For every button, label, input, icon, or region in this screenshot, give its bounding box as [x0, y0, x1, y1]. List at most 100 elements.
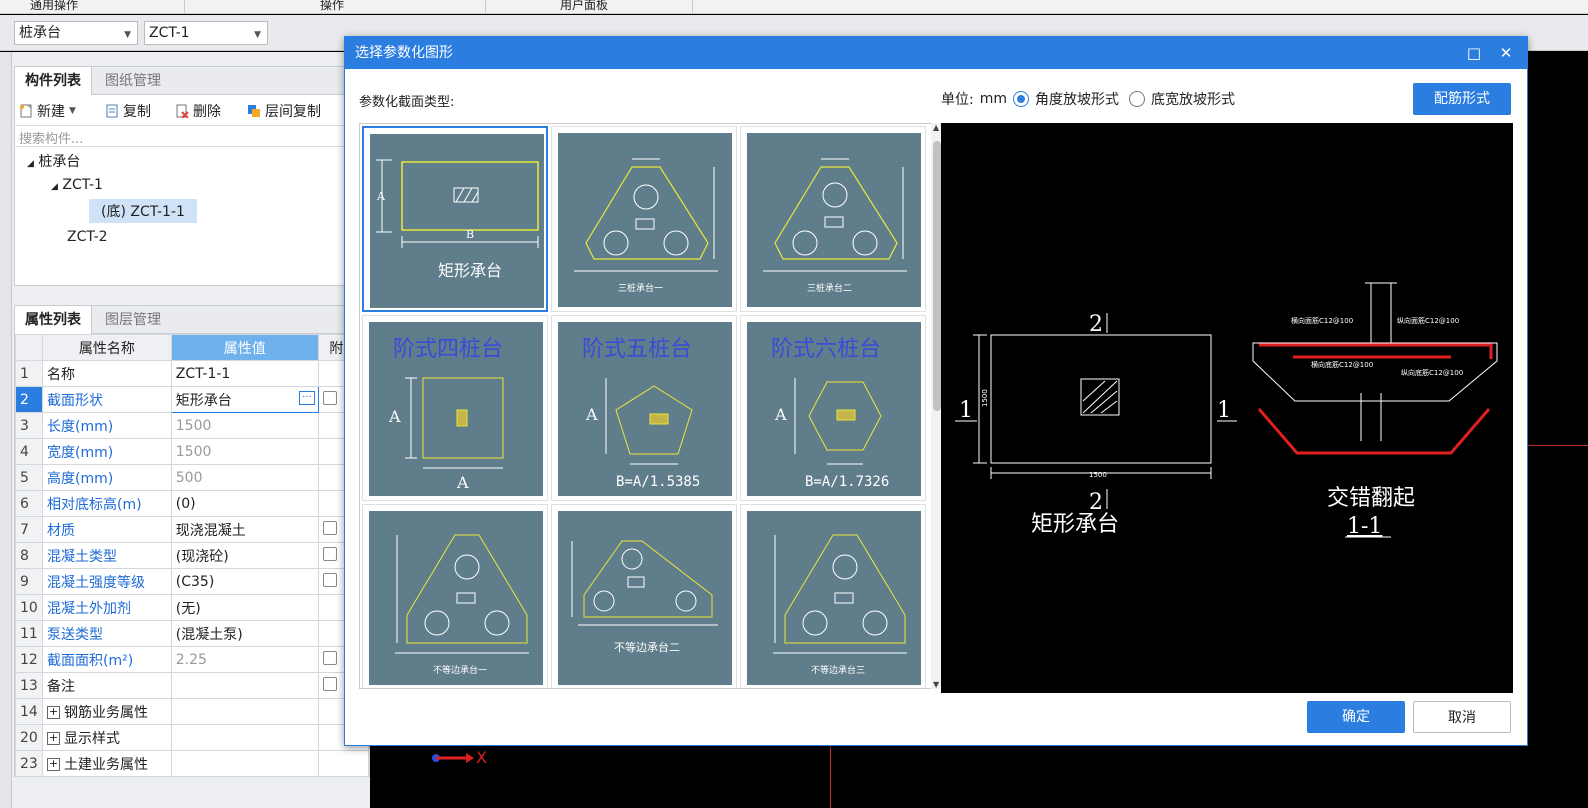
plan-section-mark-right: 1 [1217, 398, 1231, 423]
table-row-group[interactable]: 23 + 土建业务属性 [15, 750, 370, 777]
table-row[interactable]: 6 相对底标高(m) (0) [15, 490, 370, 517]
ribbon-group-general[interactable]: 通用操作 [30, 0, 78, 13]
extra-checkbox[interactable] [322, 520, 337, 535]
step-four-diagram: 阶式四桩台 A A [388, 337, 504, 492]
expand-icon[interactable]: + [46, 758, 60, 771]
prop-value[interactable]: (现浇砼) [170, 542, 319, 569]
floor-copy-button[interactable]: 层间复制 [247, 101, 321, 121]
shape-cell-unequal-3[interactable]: 不等边承台三 [740, 504, 926, 688]
close-icon[interactable]: ✕ [1491, 37, 1521, 69]
name-select[interactable]: ZCT-1 ▼ [144, 21, 268, 45]
ribbon-group-user-panel[interactable]: 用户面板 [560, 0, 608, 13]
extra-checkbox[interactable] [322, 676, 337, 691]
table-row[interactable]: 13 备注 [15, 672, 370, 699]
prop-value[interactable]: (C35) [170, 568, 319, 595]
shape-cell-three-pile-1[interactable]: 三桩承台一 [551, 126, 737, 312]
chevron-down-icon: ▼ [69, 106, 76, 116]
plan-dim-height: 1500 [981, 389, 989, 407]
expand-icon[interactable]: + [46, 706, 60, 719]
tab-component-list[interactable]: 构件列表 [15, 67, 92, 95]
ok-button[interactable]: 确定 [1307, 701, 1405, 733]
table-row[interactable]: 8 混凝土类型 (现浇砼) [15, 542, 370, 569]
table-row-group[interactable]: 20 + 显示样式 [15, 724, 370, 751]
table-row[interactable]: 4 宽度(mm) 1500 [15, 438, 370, 465]
prop-value[interactable]: (无) [170, 594, 319, 621]
shape-cell-step-six[interactable]: 阶式六桩台 A B=A/1.7326 [740, 315, 926, 501]
extra-checkbox[interactable] [322, 572, 337, 587]
extra-checkbox[interactable] [322, 546, 337, 561]
radio-angle-slope-label[interactable]: 角度放坡形式 [1035, 89, 1119, 109]
tree-node-zct1-1[interactable]: (底) ZCT-1-1 [89, 199, 197, 223]
prop-value[interactable]: 2.25 [170, 646, 319, 673]
table-row[interactable]: 3 长度(mm) 1500 [15, 412, 370, 439]
table-row-group[interactable]: 14 + 钢筋业务属性 [15, 698, 370, 725]
shape-cell-step-five[interactable]: 阶式五桩台 A B=A/1.5385 [551, 315, 737, 501]
shape-formula: B=A/1.5385 [616, 474, 700, 490]
table-row[interactable]: 9 混凝土强度等级 (C35) [15, 568, 370, 595]
prop-value[interactable]: 500 [170, 464, 319, 491]
table-row[interactable]: 10 混凝土外加剂 (无) [15, 594, 370, 621]
component-commands: 新建 ▼ 复制 删除 层间复制 [15, 95, 369, 125]
table-row[interactable]: 11 泵送类型 (混凝土泵) [15, 620, 370, 647]
shape-cell-step-four[interactable]: 阶式四桩台 A A [362, 315, 548, 501]
dim-letter-a: A [456, 473, 469, 492]
shape-cell-unequal-2[interactable]: 不等边承台二 [551, 504, 737, 688]
table-row[interactable]: 7 材质 现浇混凝土 [15, 516, 370, 543]
prop-value[interactable]: (0) [170, 490, 319, 517]
tab-property-list[interactable]: 属性列表 [15, 306, 92, 334]
delete-button[interactable]: 删除 [175, 101, 221, 121]
canvas-axis-line [1528, 445, 1588, 446]
row-index: 10 [15, 594, 43, 621]
ellipsis-button[interactable]: ··· [299, 391, 315, 405]
prop-value[interactable] [170, 672, 319, 699]
delete-icon [175, 104, 189, 119]
prop-value[interactable]: 1500 [170, 412, 319, 439]
type-select[interactable]: 桩承台 ▼ [14, 21, 138, 45]
table-row[interactable]: 1 名称 ZCT-1-1 [15, 360, 370, 387]
tree-node-root[interactable]: ◢ 桩承台 [27, 151, 80, 171]
tree-node-zct1[interactable]: ◢ ZCT-1 [51, 177, 103, 193]
cancel-button[interactable]: 取消 [1413, 701, 1511, 733]
extra-checkbox[interactable] [322, 390, 337, 405]
ribbon-group-operation[interactable]: 操作 [320, 0, 344, 13]
component-search-input[interactable]: 搜索构件... [15, 125, 369, 147]
copy-button[interactable]: 复制 [105, 101, 151, 121]
dim-letter-a: A [376, 190, 386, 203]
row-index: 5 [15, 464, 43, 491]
shape-thumb: 不等边承台二 [558, 511, 732, 685]
table-row[interactable]: 12 截面面积(m²) 2.25 [15, 646, 370, 673]
property-header-row: 属性名称 属性值 附加 [15, 334, 370, 361]
extra-checkbox[interactable] [322, 650, 337, 665]
section-label: 参数化截面类型: [359, 95, 455, 110]
tab-drawing-manage[interactable]: 图纸管理 [95, 67, 171, 95]
maximize-icon[interactable]: □ [1459, 37, 1489, 69]
radio-bottom-width-slope-label[interactable]: 底宽放坡形式 [1151, 89, 1235, 109]
expand-icon[interactable]: + [46, 732, 60, 745]
prop-value[interactable]: ZCT-1-1 [170, 360, 319, 387]
shape-cell-rect[interactable]: A B 矩形承台 [362, 126, 548, 312]
prop-name: 长度(mm) [41, 412, 172, 439]
shape-cell-three-pile-2[interactable]: 三桩承台二 [740, 126, 926, 312]
rebar-note-2: 纵向面筋C12@100 [1397, 316, 1459, 325]
table-row[interactable]: 2 截面形状 矩形承台 ··· [15, 386, 370, 413]
unequal-3-diagram: 不等边承台三 [773, 534, 907, 676]
prop-value[interactable]: 现浇混凝土 [170, 516, 319, 543]
row-index: 4 [15, 438, 43, 465]
prop-value[interactable]: 1500 [170, 438, 319, 465]
prop-value[interactable]: (混凝土泵) [170, 620, 319, 647]
rebar-form-button[interactable]: 配筋形式 [1413, 83, 1511, 115]
scroll-up-icon[interactable]: ▲ [933, 123, 939, 132]
shape-cell-unequal-1[interactable]: 不等边承台一 [362, 504, 548, 688]
unit-row: 单位: mm 角度放坡形式 底宽放坡形式 [941, 89, 1235, 109]
tree-node-zct2[interactable]: ZCT-2 [67, 229, 108, 245]
prop-value-editor[interactable]: 矩形承台 ··· [170, 386, 319, 413]
tab-layer-manage[interactable]: 图层管理 [95, 306, 171, 334]
scroll-down-icon[interactable]: ▼ [933, 680, 939, 689]
scrollbar-thumb[interactable] [933, 141, 941, 411]
table-row[interactable]: 5 高度(mm) 500 [15, 464, 370, 491]
radio-bottom-width-slope[interactable] [1129, 91, 1145, 107]
prop-name: 备注 [41, 672, 172, 699]
rebar-note-3: 横向底筋C12@100 [1311, 360, 1373, 369]
new-button[interactable]: 新建 ▼ [19, 101, 76, 121]
radio-angle-slope[interactable] [1013, 91, 1029, 107]
